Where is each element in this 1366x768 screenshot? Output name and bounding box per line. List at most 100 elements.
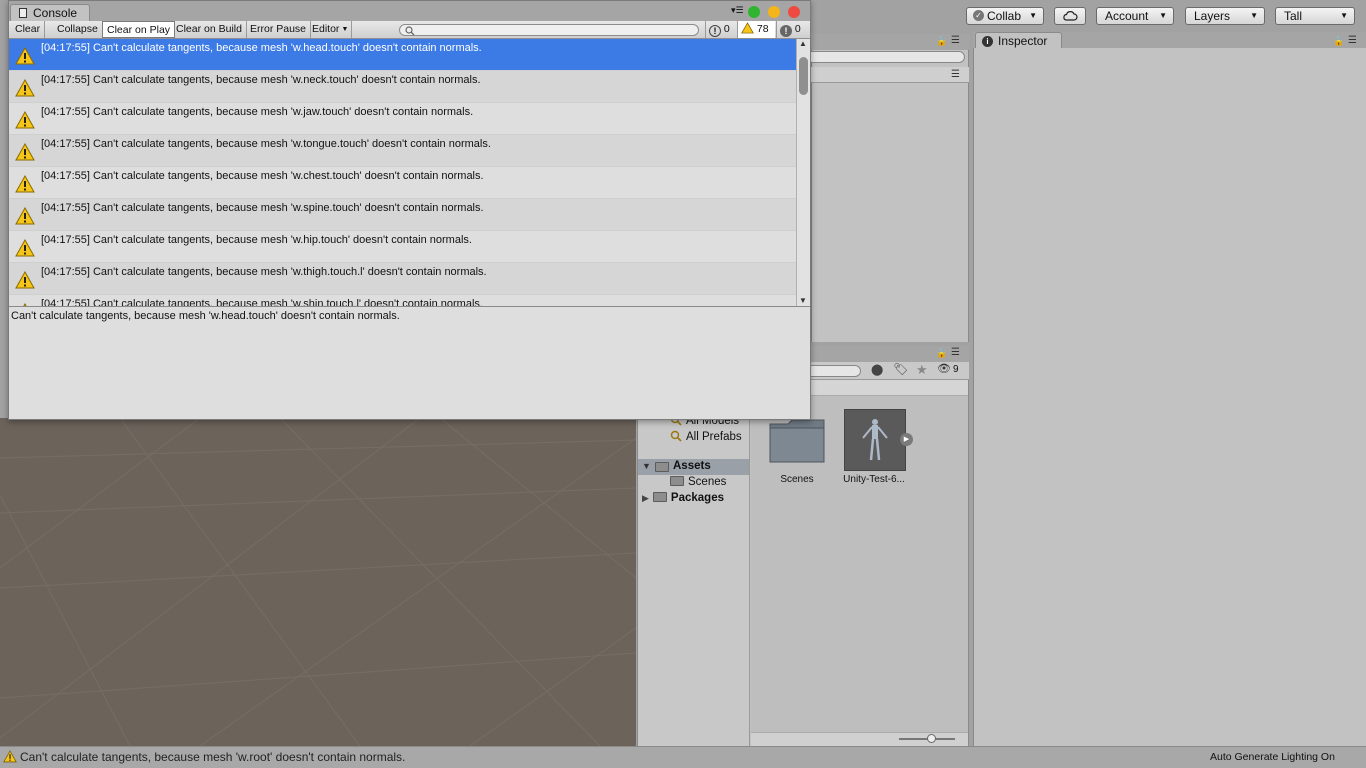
folder-icon bbox=[655, 462, 669, 472]
log-message: [04:17:55] Can't calculate tangents, bec… bbox=[41, 74, 481, 86]
layout-dropdown[interactable]: Tall ▼ bbox=[1275, 7, 1355, 25]
hidden-packages-count: 9 bbox=[953, 364, 959, 375]
layers-dropdown[interactable]: Layers ▼ bbox=[1185, 7, 1265, 25]
warning-icon bbox=[15, 271, 35, 289]
warning-icon bbox=[15, 175, 35, 193]
layout-label: Tall bbox=[1284, 9, 1303, 23]
status-bar[interactable]: Can't calculate tangents, because mesh '… bbox=[0, 746, 1366, 768]
lock-icon[interactable]: 🔒 bbox=[936, 348, 947, 359]
filter-by-type-icon[interactable]: ⬤ bbox=[871, 363, 883, 376]
tab-inspector[interactable]: i Inspector bbox=[975, 32, 1062, 49]
folder-icon bbox=[652, 492, 667, 502]
maximize-button[interactable] bbox=[748, 6, 760, 18]
log-row[interactable]: [04:17:55] Can't calculate tangents, bec… bbox=[9, 135, 796, 167]
close-button[interactable] bbox=[788, 6, 800, 18]
log-row[interactable]: [04:17:55] Can't calculate tangents, bec… bbox=[9, 167, 796, 199]
project-search-input[interactable] bbox=[811, 365, 861, 377]
hierarchy-search-input[interactable] bbox=[811, 51, 965, 63]
warning-icon bbox=[15, 79, 35, 97]
panel-menu-icon[interactable]: ☰ bbox=[951, 35, 960, 46]
tree-label: Assets bbox=[673, 460, 711, 472]
console-title: Console bbox=[33, 6, 78, 20]
favorite-all-prefabs[interactable]: All Prefabs bbox=[670, 430, 742, 443]
layers-label: Layers bbox=[1194, 9, 1231, 23]
console-tabbar: Console ▾☰ bbox=[9, 1, 810, 21]
log-row[interactable]: [04:17:55] Can't calculate tangents, bec… bbox=[9, 39, 796, 71]
panel-menu-icon[interactable]: ☰ bbox=[951, 69, 960, 80]
error-pause-toggle[interactable]: Error Pause bbox=[246, 21, 312, 38]
favorite-star-icon[interactable]: ★ bbox=[916, 362, 928, 378]
log-message: [04:17:55] Can't calculate tangents, bec… bbox=[41, 266, 487, 278]
expand-down-icon[interactable]: ▼ bbox=[642, 461, 651, 471]
check-icon: ✓ bbox=[973, 10, 984, 21]
clear-button[interactable]: Clear bbox=[11, 21, 46, 38]
log-row[interactable]: [04:17:55] Can't calculate tangents, bec… bbox=[9, 103, 796, 135]
minimize-button[interactable] bbox=[768, 6, 780, 18]
lock-icon[interactable]: 🔒 bbox=[936, 36, 947, 47]
log-message: [04:17:55] Can't calculate tangents, bec… bbox=[41, 42, 482, 54]
panel-menu-icon[interactable]: ☰ bbox=[951, 347, 960, 358]
asset-item-model[interactable]: ▶ Unity-Test-6... bbox=[837, 408, 913, 485]
log-message: [04:17:55] Can't calculate tangents, bec… bbox=[41, 106, 474, 118]
log-row[interactable]: [04:17:55] Can't calculate tangents, bec… bbox=[9, 71, 796, 103]
cloud-button[interactable] bbox=[1054, 7, 1086, 25]
console-search-input[interactable] bbox=[399, 24, 699, 36]
console-icon bbox=[19, 8, 27, 18]
clear-on-build-toggle[interactable]: Clear on Build bbox=[172, 21, 247, 38]
expand-right-icon[interactable]: ▶ bbox=[642, 493, 649, 503]
log-row[interactable]: [04:17:55] Can't calculate tangents, bec… bbox=[9, 263, 796, 295]
editor-dropdown[interactable]: Editor ▼ bbox=[308, 21, 353, 38]
scroll-thumb[interactable] bbox=[799, 57, 808, 95]
scene-view[interactable] bbox=[0, 418, 636, 746]
search-icon bbox=[405, 26, 415, 36]
warning-icon bbox=[741, 22, 754, 34]
log-message: [04:17:55] Can't calculate tangents, bec… bbox=[41, 138, 491, 150]
info-count-toggle[interactable]: ! 0 bbox=[705, 21, 736, 38]
warning-count-toggle[interactable]: 78 bbox=[737, 21, 775, 38]
lighting-status: Auto Generate Lighting On bbox=[1210, 751, 1335, 763]
character-model-icon bbox=[862, 419, 888, 461]
tree-item-scenes[interactable]: Scenes bbox=[670, 476, 726, 488]
cloud-icon bbox=[1063, 11, 1078, 21]
icon-size-slider[interactable] bbox=[899, 734, 955, 743]
tree-label: Packages bbox=[670, 492, 724, 504]
log-row[interactable]: [04:17:55] Can't calculate tangents, bec… bbox=[9, 199, 796, 231]
folder-icon bbox=[670, 476, 684, 486]
filter-by-label-icon[interactable]: 🏷 bbox=[893, 362, 908, 376]
scroll-down-arrow-icon[interactable]: ▼ bbox=[799, 296, 807, 305]
tree-item-assets[interactable]: ▼ Assets bbox=[638, 459, 749, 475]
tab-console[interactable]: Console bbox=[10, 4, 90, 21]
lock-icon[interactable]: 🔒 bbox=[1333, 36, 1344, 47]
favorite-label: All Prefabs bbox=[686, 431, 742, 443]
scroll-up-arrow-icon[interactable]: ▲ bbox=[799, 39, 807, 48]
hierarchy-create-bar: ☰ bbox=[811, 67, 969, 83]
log-message: [04:17:55] Can't calculate tangents, bec… bbox=[41, 170, 484, 182]
log-row[interactable]: [04:17:55] Can't calculate tangents, bec… bbox=[9, 231, 796, 263]
asset-label: Unity-Test-6... bbox=[843, 474, 905, 485]
account-dropdown[interactable]: Account ▼ bbox=[1096, 7, 1174, 25]
log-detail-pane[interactable]: Can't calculate tangents, because mesh '… bbox=[9, 306, 810, 419]
chevron-down-icon: ▼ bbox=[1250, 11, 1258, 20]
panel-menu-icon[interactable]: ☰ bbox=[1348, 35, 1357, 46]
clear-on-play-toggle[interactable]: Clear on Play bbox=[102, 21, 176, 38]
asset-label: Scenes bbox=[780, 474, 814, 485]
collab-button[interactable]: ✓ Collab ▼ bbox=[966, 7, 1044, 25]
project-assets-grid: Scenes ▶ Unity-Test-6... bbox=[751, 396, 968, 732]
warning-count: 78 bbox=[756, 23, 769, 35]
expand-asset-icon[interactable]: ▶ bbox=[900, 433, 913, 446]
project-tabbar: 🔒 ☰ bbox=[811, 346, 969, 362]
tree-item-packages[interactable]: ▶ Packages bbox=[642, 492, 724, 504]
log-scrollbar[interactable]: ▲ ▼ bbox=[796, 39, 810, 306]
slider-handle[interactable] bbox=[927, 734, 936, 743]
scene-grid bbox=[0, 418, 636, 746]
error-count-toggle[interactable]: ! 0 bbox=[776, 21, 810, 38]
panel-menu-icon[interactable]: ▾☰ bbox=[731, 5, 744, 16]
collapse-button[interactable]: Collapse bbox=[53, 21, 103, 38]
log-row[interactable]: [04:17:55] Can't calculate tangents, bec… bbox=[9, 295, 796, 306]
hidden-packages-icon[interactable]: 👁 bbox=[937, 362, 951, 375]
inspector-panel bbox=[973, 48, 1366, 746]
console-window: Console ▾☰ Clear Collapse Clear on Play … bbox=[8, 0, 811, 420]
warning-icon bbox=[3, 750, 17, 763]
log-detail-text: Can't calculate tangents, because mesh '… bbox=[11, 310, 400, 322]
chevron-down-icon: ▼ bbox=[341, 26, 349, 33]
